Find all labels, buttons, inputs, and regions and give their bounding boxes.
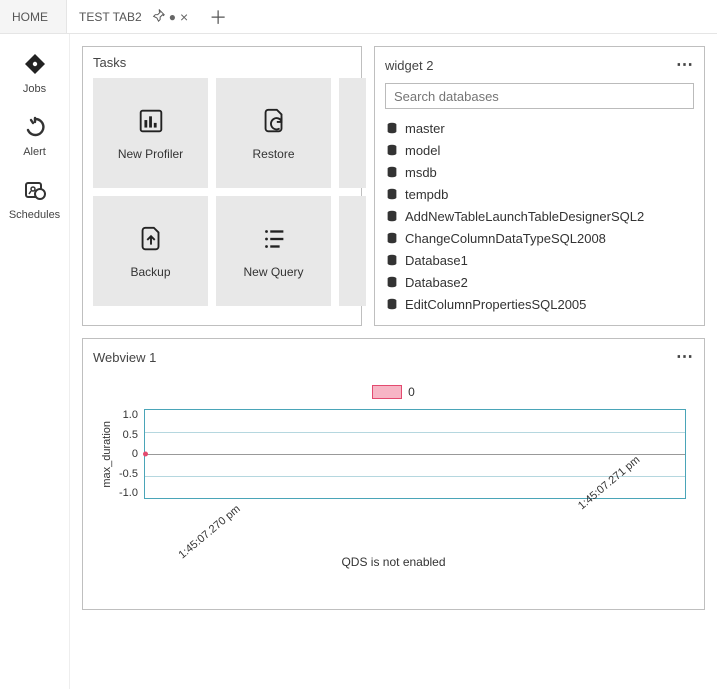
- rail-item-alert[interactable]: Alert: [0, 107, 69, 170]
- content-area: Tasks New Profiler Restore: [70, 34, 717, 689]
- ytick: 0: [119, 448, 138, 460]
- tile-new-query-label: New Query: [243, 265, 303, 279]
- schedules-icon: [23, 178, 47, 205]
- ytick: 1.0: [119, 409, 138, 421]
- database-icon: [385, 209, 399, 223]
- tile-backup-label: Backup: [130, 265, 170, 279]
- backup-icon: [136, 224, 166, 265]
- ytick: -0.5: [119, 468, 138, 480]
- db-label: model: [405, 143, 440, 158]
- widget2-panel: widget 2 ⋯ master model msdb tempdb AddN…: [374, 46, 705, 326]
- ytick: -1.0: [119, 487, 138, 499]
- tasks-title: Tasks: [93, 55, 126, 70]
- legend-label: 0: [408, 385, 415, 399]
- webview-panel: Webview 1 ⋯ 0 max_duration 1.0 0.5 0 -0.…: [82, 338, 705, 610]
- database-icon: [385, 275, 399, 289]
- legend-swatch: [372, 385, 402, 399]
- jobs-icon: [23, 52, 47, 79]
- tile-new-query[interactable]: New Query: [216, 196, 331, 306]
- database-list: master model msdb tempdb AddNewTableLaun…: [375, 117, 704, 325]
- db-item-database2[interactable]: Database2: [385, 271, 694, 293]
- tab-strip: HOME TEST TAB2 ● × ＋: [0, 0, 717, 34]
- db-item-tempdb[interactable]: tempdb: [385, 183, 694, 205]
- widget2-more-icon[interactable]: ⋯: [676, 55, 694, 75]
- database-icon: [385, 297, 399, 311]
- db-label: ChangeColumnDataTypeSQL2008: [405, 231, 606, 246]
- tab-test2-label: TEST TAB2: [79, 10, 142, 24]
- tile-new-profiler[interactable]: New Profiler: [93, 78, 208, 188]
- db-item-changecolumn[interactable]: ChangeColumnDataTypeSQL2008: [385, 227, 694, 249]
- db-item-editcolumn[interactable]: EditColumnPropertiesSQL2005: [385, 293, 694, 315]
- database-icon: [385, 187, 399, 201]
- profiler-icon: [136, 106, 166, 147]
- rail-item-jobs[interactable]: Jobs: [0, 44, 69, 107]
- db-item-database1[interactable]: Database1: [385, 249, 694, 271]
- db-label: AddNewTableLaunchTableDesignerSQL2: [405, 209, 644, 224]
- tab-home[interactable]: HOME: [0, 0, 67, 33]
- rail-item-schedules[interactable]: Schedules: [0, 170, 69, 233]
- data-point: [143, 452, 148, 457]
- chart-legend: 0: [101, 385, 686, 399]
- tile-sliver-1[interactable]: [339, 78, 366, 188]
- new-tab-button[interactable]: ＋: [201, 0, 235, 33]
- db-item-addnewtable[interactable]: AddNewTableLaunchTableDesignerSQL2: [385, 205, 694, 227]
- db-label: Database1: [405, 253, 468, 268]
- rail-alert-label: Alert: [23, 146, 46, 158]
- webview-title: Webview 1: [93, 350, 156, 365]
- db-label: tempdb: [405, 187, 448, 202]
- database-icon: [385, 165, 399, 179]
- chart: 0 max_duration 1.0 0.5 0 -0.5 -1.0: [83, 375, 704, 609]
- tasks-panel: Tasks New Profiler Restore: [82, 46, 362, 326]
- y-ticks: 1.0 0.5 0 -0.5 -1.0: [119, 409, 138, 499]
- database-icon: [385, 143, 399, 157]
- db-item-model[interactable]: model: [385, 139, 694, 161]
- widget2-title: widget 2: [385, 58, 433, 73]
- database-icon: [385, 231, 399, 245]
- left-rail: Jobs Alert Schedules: [0, 34, 70, 689]
- close-icon[interactable]: ×: [180, 9, 188, 25]
- pin-icon[interactable]: [152, 9, 165, 25]
- tile-restore-label: Restore: [252, 147, 294, 161]
- y-axis-label: max_duration: [101, 421, 113, 488]
- tile-backup[interactable]: Backup: [93, 196, 208, 306]
- tile-restore[interactable]: Restore: [216, 78, 331, 188]
- db-label: Database2: [405, 275, 468, 290]
- search-input[interactable]: [385, 83, 694, 109]
- rail-jobs-label: Jobs: [23, 83, 46, 95]
- dirty-icon: ●: [169, 10, 176, 24]
- db-label: EditColumnPropertiesSQL2005: [405, 297, 586, 312]
- alert-icon: [23, 115, 47, 142]
- tab-test2[interactable]: TEST TAB2 ● ×: [67, 0, 201, 33]
- database-icon: [385, 121, 399, 135]
- restore-icon: [259, 106, 289, 147]
- database-icon: [385, 253, 399, 267]
- ytick: 0.5: [119, 429, 138, 441]
- query-icon: [259, 224, 289, 265]
- rail-schedules-label: Schedules: [9, 209, 60, 221]
- db-item-master[interactable]: master: [385, 117, 694, 139]
- db-label: master: [405, 121, 445, 136]
- tile-sliver-2[interactable]: [339, 196, 366, 306]
- db-item-msdb[interactable]: msdb: [385, 161, 694, 183]
- x-ticks: 1:45:07.270 pm 1:45:07.271 pm: [145, 503, 686, 515]
- db-label: msdb: [405, 165, 437, 180]
- webview-more-icon[interactable]: ⋯: [676, 347, 694, 367]
- tile-new-profiler-label: New Profiler: [118, 147, 183, 161]
- tab-home-label: HOME: [12, 10, 48, 24]
